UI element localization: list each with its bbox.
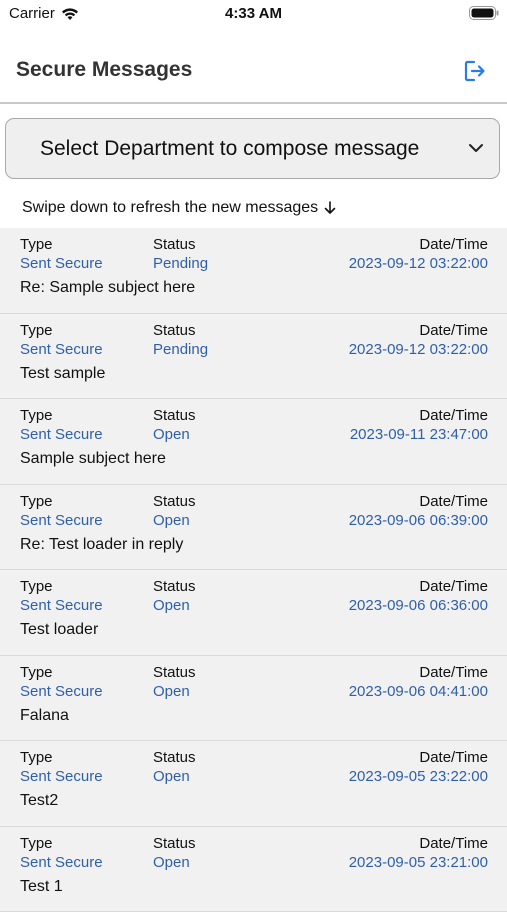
message-status: Open [153,597,190,614]
message-datetime: 2023-09-11 23:47:00 [350,426,488,443]
status-bar: Carrier 4:33 AM [0,0,507,30]
status-header: Status [153,749,196,766]
arrow-down-icon [324,201,336,215]
department-select[interactable]: Select Department to compose message [5,118,500,179]
status-header: Status [153,493,196,510]
datetime-header: Date/Time [419,493,488,510]
department-select-label: Select Department to compose message [40,137,419,161]
message-subject: Test sample [20,365,105,383]
status-header: Status [153,407,196,424]
message-row[interactable]: Type Status Date/Time Sent Secure Open 2… [0,656,507,742]
message-subject: Re: Test loader in reply [20,536,183,554]
message-datetime: 2023-09-12 03:22:00 [349,341,488,358]
message-status: Pending [153,341,208,358]
message-subject: Test2 [20,792,58,810]
message-row[interactable]: Type Status Date/Time Sent Secure Open 2… [0,827,507,912]
status-header: Status [153,322,196,339]
message-type: Sent Secure [20,255,103,272]
message-row[interactable]: Type Status Date/Time Sent Secure Pendin… [0,228,507,314]
clock: 4:33 AM [0,5,507,22]
message-status: Open [153,426,190,443]
refresh-hint-label: Swipe down to refresh the new messages [22,199,318,217]
type-header: Type [20,236,53,253]
status-header: Status [153,835,196,852]
message-type: Sent Secure [20,768,103,785]
message-datetime: 2023-09-06 06:36:00 [349,597,488,614]
message-row[interactable]: Type Status Date/Time Sent Secure Open 2… [0,570,507,656]
message-datetime: 2023-09-06 04:41:00 [349,683,488,700]
page-title: Secure Messages [16,58,192,82]
type-header: Type [20,749,53,766]
refresh-hint: Swipe down to refresh the new messages [22,199,336,217]
navigation-bar: Secure Messages [0,30,507,104]
type-header: Type [20,493,53,510]
message-row[interactable]: Type Status Date/Time Sent Secure Open 2… [0,399,507,485]
message-subject: Re: Sample subject here [20,279,195,297]
type-header: Type [20,322,53,339]
status-header: Status [153,664,196,681]
message-list: Type Status Date/Time Sent Secure Pendin… [0,228,507,912]
datetime-header: Date/Time [419,749,488,766]
message-datetime: 2023-09-05 23:22:00 [349,768,488,785]
status-header: Status [153,578,196,595]
datetime-header: Date/Time [419,322,488,339]
type-header: Type [20,835,53,852]
logout-icon[interactable] [463,59,487,83]
message-subject: Sample subject here [20,450,166,468]
message-type: Sent Secure [20,854,103,871]
datetime-header: Date/Time [419,236,488,253]
battery-icon [469,6,499,20]
datetime-header: Date/Time [419,835,488,852]
message-row[interactable]: Type Status Date/Time Sent Secure Open 2… [0,741,507,827]
message-status: Open [153,768,190,785]
type-header: Type [20,664,53,681]
datetime-header: Date/Time [419,664,488,681]
message-status: Pending [153,255,208,272]
message-type: Sent Secure [20,683,103,700]
message-type: Sent Secure [20,426,103,443]
message-subject: Test 1 [20,878,63,896]
message-row[interactable]: Type Status Date/Time Sent Secure Open 2… [0,485,507,571]
message-type: Sent Secure [20,341,103,358]
message-datetime: 2023-09-06 06:39:00 [349,512,488,529]
message-status: Open [153,512,190,529]
message-datetime: 2023-09-12 03:22:00 [349,255,488,272]
message-row[interactable]: Type Status Date/Time Sent Secure Pendin… [0,314,507,400]
message-status: Open [153,854,190,871]
message-type: Sent Secure [20,597,103,614]
message-datetime: 2023-09-05 23:21:00 [349,854,488,871]
type-header: Type [20,407,53,424]
chevron-down-icon [468,142,484,154]
datetime-header: Date/Time [419,578,488,595]
message-subject: Falana [20,707,69,725]
message-subject: Test loader [20,621,98,639]
datetime-header: Date/Time [419,407,488,424]
message-status: Open [153,683,190,700]
message-type: Sent Secure [20,512,103,529]
type-header: Type [20,578,53,595]
status-header: Status [153,236,196,253]
